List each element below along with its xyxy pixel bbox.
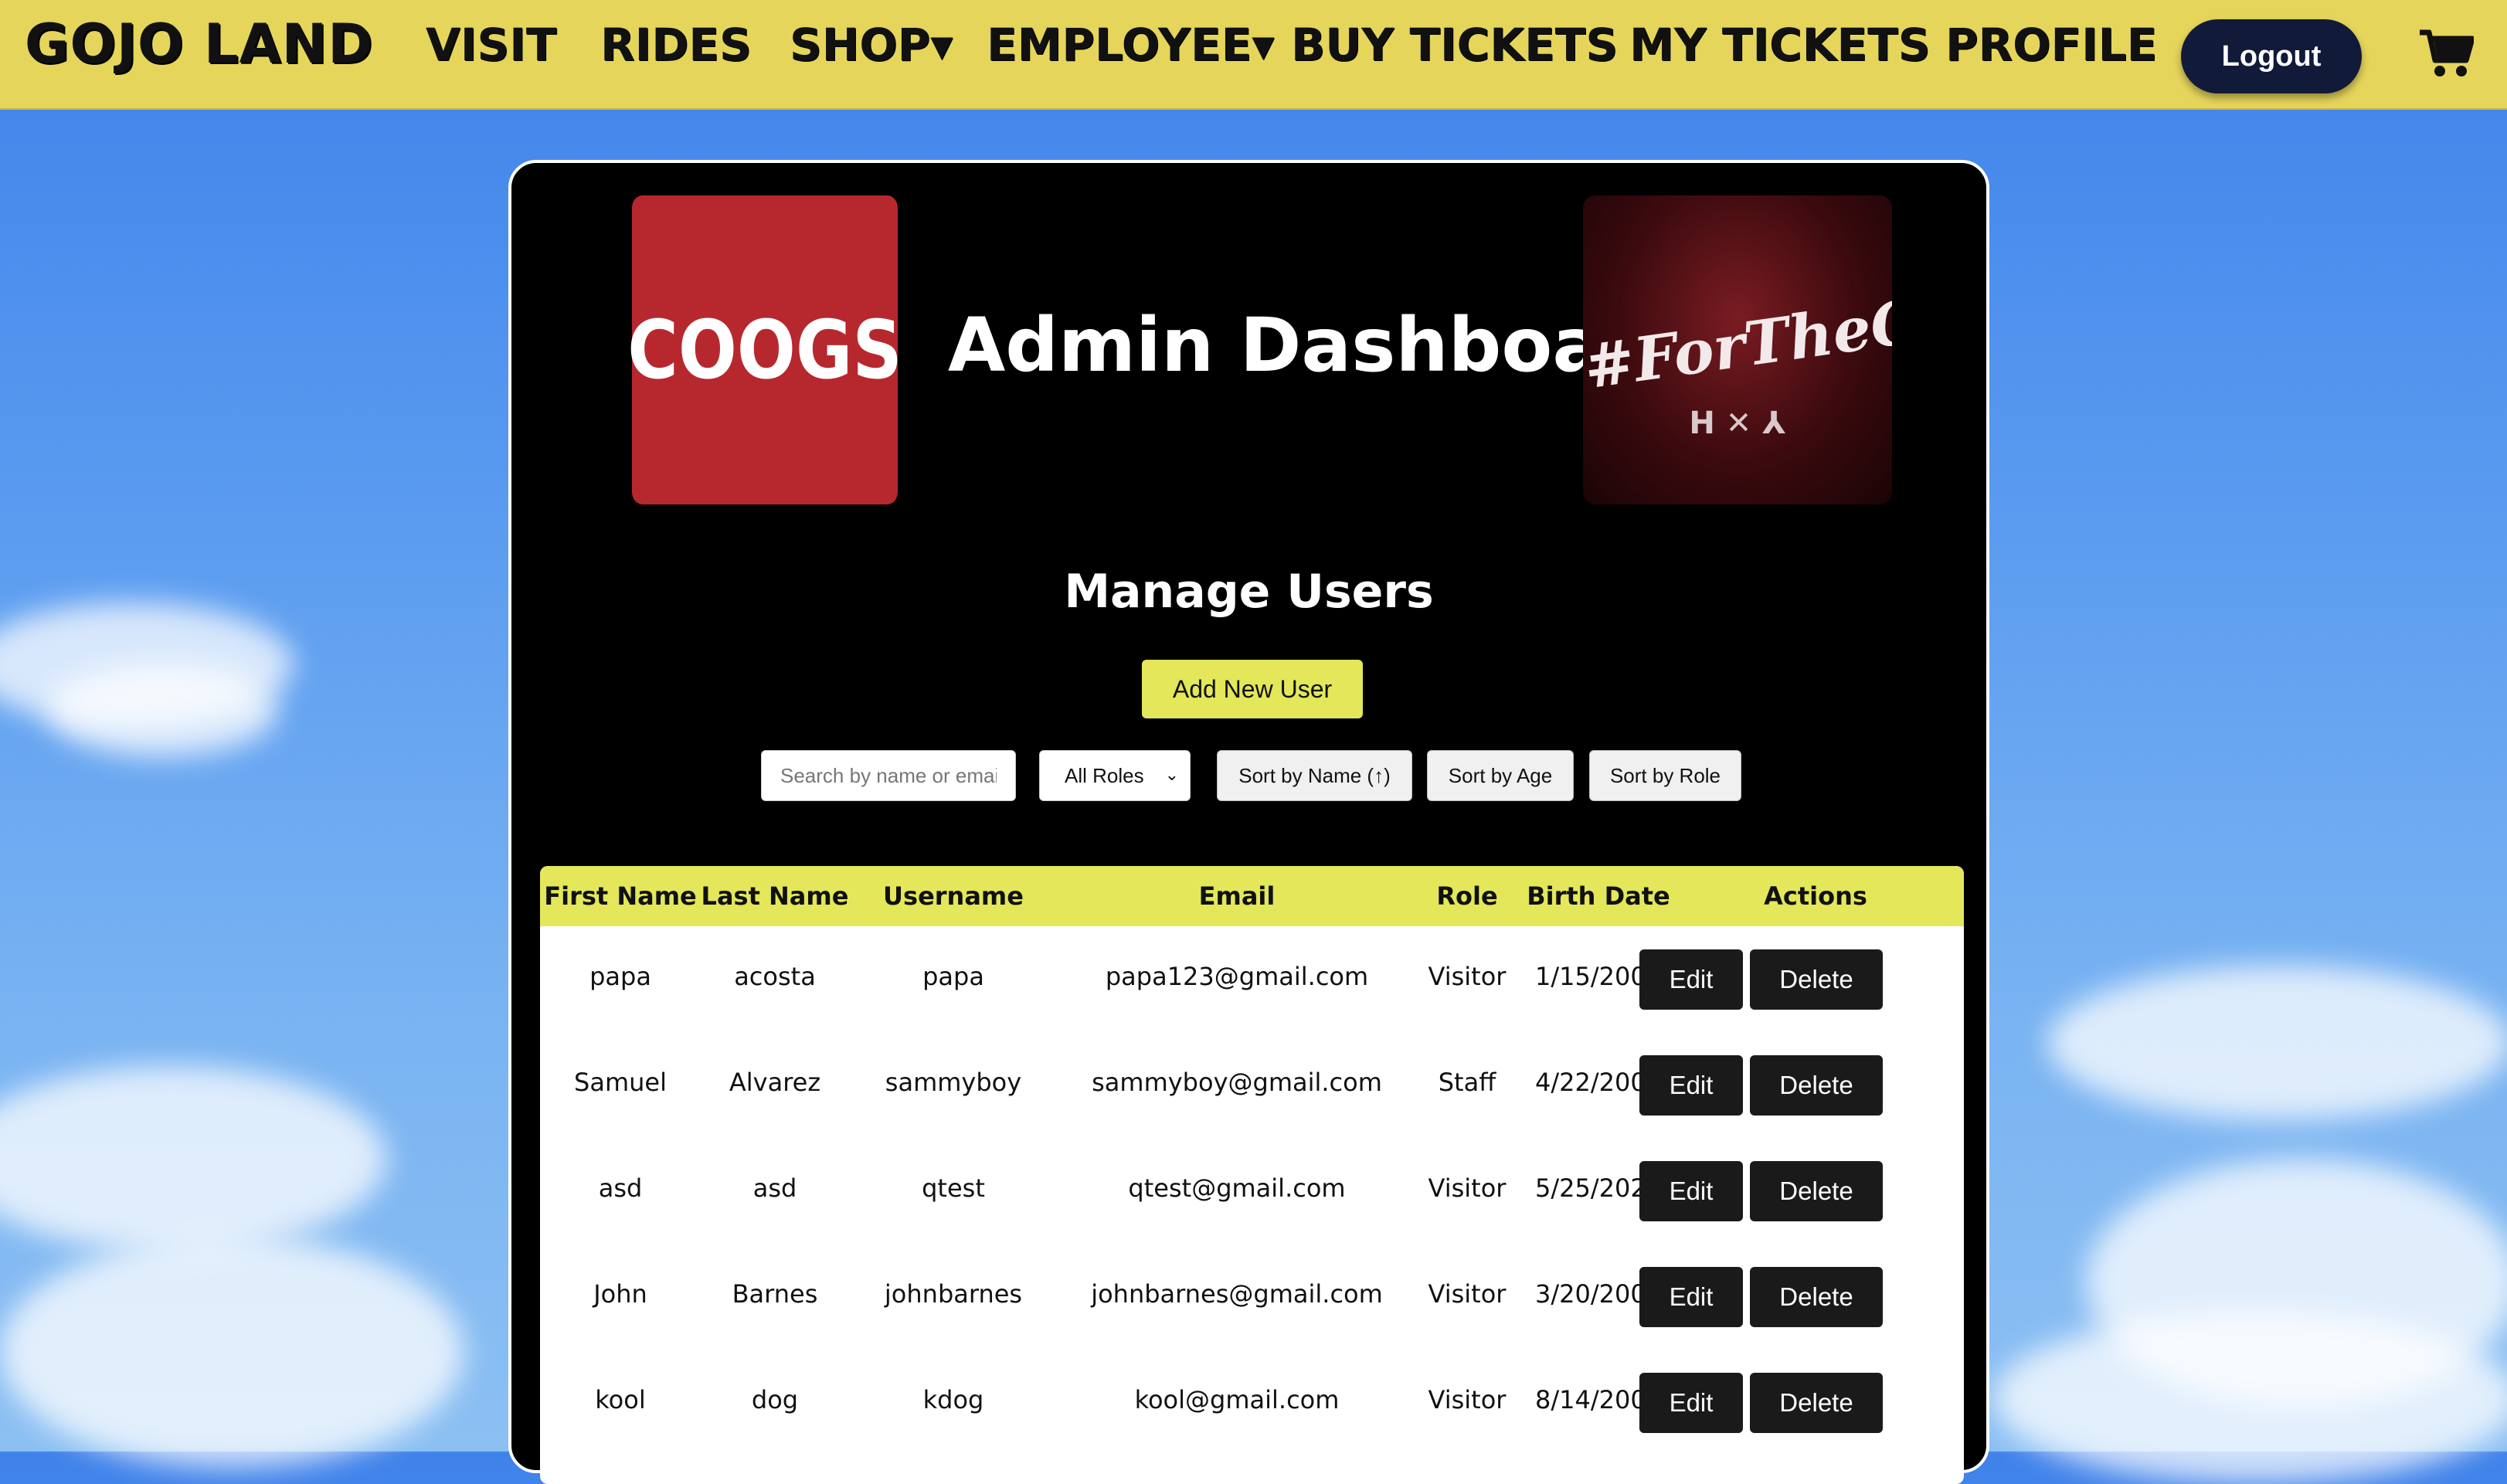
page-title: Admin Dashboard xyxy=(948,302,1693,389)
cell-username: kdog xyxy=(922,1385,984,1414)
cell-last-name: acosta xyxy=(734,962,816,991)
coogs-logo: COOGS xyxy=(627,195,902,504)
edit-user-button[interactable]: Edit xyxy=(1639,1055,1743,1116)
table-row: kool dog kdog kool@gmail.com Visitor 8/1… xyxy=(540,1350,1964,1455)
sort-by-age-button[interactable]: Sort by Age xyxy=(1427,750,1574,801)
table-row: papa acosta papa papa123@gmail.com Visit… xyxy=(540,926,1964,1032)
column-header-username[interactable]: Username xyxy=(883,881,1024,911)
cloud xyxy=(1993,1313,2507,1483)
for-the-city-logo-sub: H ✕ ⅄ xyxy=(1689,406,1786,441)
cloud xyxy=(0,1066,386,1251)
delete-user-button[interactable]: Delete xyxy=(1750,1373,1883,1433)
column-header-email[interactable]: Email xyxy=(1199,881,1276,911)
sort-by-name-button[interactable]: Sort by Name (↑) xyxy=(1217,750,1412,801)
column-header-first-name[interactable]: First Name xyxy=(544,881,697,911)
cell-email: papa123@gmail.com xyxy=(1105,962,1369,991)
role-filter-select[interactable]: All Roles ⌄ xyxy=(1039,750,1191,801)
edit-user-button[interactable]: Edit xyxy=(1639,1373,1743,1433)
cell-username: sammyboy xyxy=(885,1068,1022,1097)
role-filter-value: All Roles xyxy=(1065,763,1144,787)
cell-email: sammyboy@gmail.com xyxy=(1092,1068,1382,1097)
cloud xyxy=(2047,966,2507,1120)
cell-first-name: asd xyxy=(598,1173,643,1203)
cloud xyxy=(0,1236,464,1468)
table-row: John Barnes johnbarnes johnbarnes@gmail.… xyxy=(540,1244,1964,1350)
table-row: Samuel Alvarez sammyboy sammyboy@gmail.c… xyxy=(540,1032,1964,1138)
column-header-actions: Actions xyxy=(1764,881,1867,911)
delete-user-button[interactable]: Delete xyxy=(1750,1267,1883,1327)
nav-link-rides[interactable]: RIDES xyxy=(600,19,752,71)
nav-link-employee[interactable]: EMPLOYEE▾ xyxy=(987,19,1274,71)
edit-user-button[interactable]: Edit xyxy=(1639,949,1743,1010)
nav-link-visit[interactable]: VISIT xyxy=(426,19,556,71)
cell-role: Visitor xyxy=(1428,1173,1507,1203)
cell-last-name: Barnes xyxy=(732,1279,818,1309)
nav-link-my-tickets[interactable]: MY TICKETS xyxy=(1629,19,1931,71)
cell-email: qtest@gmail.com xyxy=(1128,1173,1346,1203)
cell-email: kool@gmail.com xyxy=(1134,1385,1340,1414)
cell-username: papa xyxy=(922,962,984,991)
for-the-city-logo-text: #ForTheCity xyxy=(1583,274,1892,403)
cloud xyxy=(46,664,278,757)
add-new-user-button[interactable]: Add New User xyxy=(1142,660,1363,718)
cell-role: Visitor xyxy=(1428,1385,1507,1414)
chevron-down-icon: ⌄ xyxy=(1164,765,1179,784)
section-title: Manage Users xyxy=(1064,565,1434,619)
edit-user-button[interactable]: Edit xyxy=(1639,1267,1743,1327)
cell-last-name: dog xyxy=(751,1385,799,1414)
cell-first-name: John xyxy=(593,1279,647,1309)
cell-role: Visitor xyxy=(1428,962,1507,991)
navbar: GOJO LAND VISIT RIDES SHOP▾ EMPLOYEE▾ BU… xyxy=(0,0,2507,110)
edit-user-button[interactable]: Edit xyxy=(1639,1161,1743,1221)
column-header-role[interactable]: Role xyxy=(1436,881,1497,911)
delete-user-button[interactable]: Delete xyxy=(1750,1055,1883,1116)
cell-last-name: asd xyxy=(752,1173,797,1203)
cell-username: qtest xyxy=(922,1173,985,1203)
for-the-city-logo: #ForTheCity H ✕ ⅄ xyxy=(1583,195,1892,504)
cell-first-name: Samuel xyxy=(574,1068,667,1097)
logout-button[interactable]: Logout xyxy=(2181,19,2362,93)
search-input[interactable] xyxy=(761,750,1016,801)
column-header-last-name[interactable]: Last Name xyxy=(701,881,849,911)
nav-link-profile[interactable]: PROFILE xyxy=(1945,19,2157,71)
delete-user-button[interactable]: Delete xyxy=(1750,949,1883,1010)
delete-user-button[interactable]: Delete xyxy=(1750,1161,1883,1221)
cell-last-name: Alvarez xyxy=(729,1068,821,1097)
cell-first-name: kool xyxy=(595,1385,646,1414)
users-table: First Name Last Name Username Email Role… xyxy=(540,866,1964,1484)
cell-email: johnbarnes@gmail.com xyxy=(1091,1279,1383,1309)
nav-link-buy-tickets[interactable]: BUY TICKETS xyxy=(1291,19,1618,71)
shopping-cart-icon[interactable] xyxy=(2418,28,2474,79)
table-row: asd asd qtest qtest@gmail.com Visitor 5/… xyxy=(540,1138,1964,1244)
cell-role: Visitor xyxy=(1428,1279,1507,1309)
sort-by-role-button[interactable]: Sort by Role xyxy=(1589,750,1741,801)
cell-role: Staff xyxy=(1438,1068,1496,1097)
cell-first-name: papa xyxy=(589,962,651,991)
nav-link-shop[interactable]: SHOP▾ xyxy=(790,19,953,71)
admin-dashboard-card: COOGS Admin Dashboard #ForTheCity H ✕ ⅄ … xyxy=(508,160,1989,1484)
cell-username: johnbarnes xyxy=(884,1279,1023,1309)
table-header-row: First Name Last Name Username Email Role… xyxy=(540,866,1964,926)
brand-logo[interactable]: GOJO LAND xyxy=(25,12,373,76)
column-header-birth-date[interactable]: Birth Date xyxy=(1527,881,1670,911)
